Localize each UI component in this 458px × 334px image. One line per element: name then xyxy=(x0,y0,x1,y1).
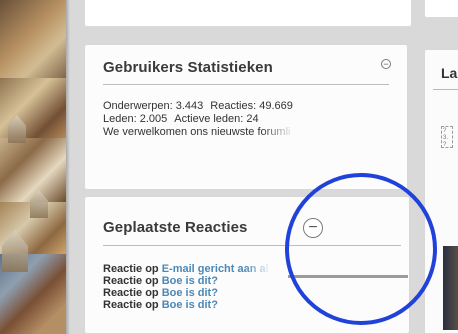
collapse-stats-button[interactable]: − xyxy=(381,59,391,69)
right-sidebar-panel: La ? 3. ? xyxy=(424,49,458,334)
reactions-list: Reactie op E-mail gericht aan al Reactie… xyxy=(103,263,271,311)
reaction-prefix: Reactie op xyxy=(103,299,159,311)
list-item: Reactie op E-mail gericht aan al xyxy=(103,263,271,275)
list-item: Reactie op Boe is dit? xyxy=(103,299,269,311)
reaction-link[interactable]: Boe is dit? xyxy=(162,299,218,311)
posted-reactions-panel: Geplaatste Reacties Reactie op E-mail ge… xyxy=(84,196,410,334)
left-decorative-photo xyxy=(0,0,66,334)
right-top-strip xyxy=(424,0,458,18)
reaction-link[interactable]: Boe is dit? xyxy=(162,287,218,299)
reaction-link[interactable]: Boe is dit? xyxy=(162,275,218,287)
reaction-prefix: Reactie op xyxy=(103,287,159,299)
thumbnail-text: ? 3. ? xyxy=(443,128,449,148)
list-item: Reactie op Boe is dit? xyxy=(103,275,269,287)
reaction-prefix: Reactie op xyxy=(103,275,159,287)
topics-reactions-line: Onderwerpen: 3.443 Reacties: 49.669 xyxy=(103,100,293,113)
topics-count: Onderwerpen: 3.443 xyxy=(103,100,204,112)
image-strip xyxy=(443,246,458,330)
right-title-divider xyxy=(433,89,458,90)
top-content-strip xyxy=(84,0,412,27)
minus-circle-icon: − xyxy=(308,219,318,236)
title-divider xyxy=(103,245,401,246)
user-statistics-title: Gebruikers Statistieken xyxy=(103,59,273,76)
minus-circle-icon: − xyxy=(383,58,389,69)
posted-reactions-title: Geplaatste Reacties xyxy=(103,219,248,236)
reaction-link[interactable]: E-mail gericht aan al xyxy=(162,263,269,275)
collapse-reactions-button[interactable]: − xyxy=(303,218,323,238)
welcome-text: We verwelkomen ons nieuwste forumli xyxy=(103,126,291,138)
reactions-count: Reacties: 49.669 xyxy=(210,100,293,112)
list-item: Reactie op Boe is dit? xyxy=(103,287,269,299)
members-count: Leden: 2.005 xyxy=(103,113,168,125)
photo-segment xyxy=(0,0,66,78)
user-statistics-body: Onderwerpen: 3.443 Reacties: 49.669 Leden… xyxy=(103,100,295,140)
active-members-count: Actieve leden: 24 xyxy=(174,113,259,125)
user-statistics-panel: Gebruikers Statistieken − Onderwerpen: 3… xyxy=(84,44,408,190)
title-divider xyxy=(103,84,389,85)
members-line: Leden: 2.005 Actieve leden: 24 xyxy=(103,113,293,126)
welcome-line: We verwelkomen ons nieuwste forumli xyxy=(103,126,295,140)
thumbnail-placeholder[interactable]: ? 3. ? xyxy=(441,126,453,148)
horizontal-bar xyxy=(288,275,408,278)
right-panel-title: La xyxy=(441,65,458,81)
photo-segment xyxy=(0,138,66,202)
reaction-prefix: Reactie op xyxy=(103,263,159,275)
sidebar-shadow xyxy=(66,0,70,334)
